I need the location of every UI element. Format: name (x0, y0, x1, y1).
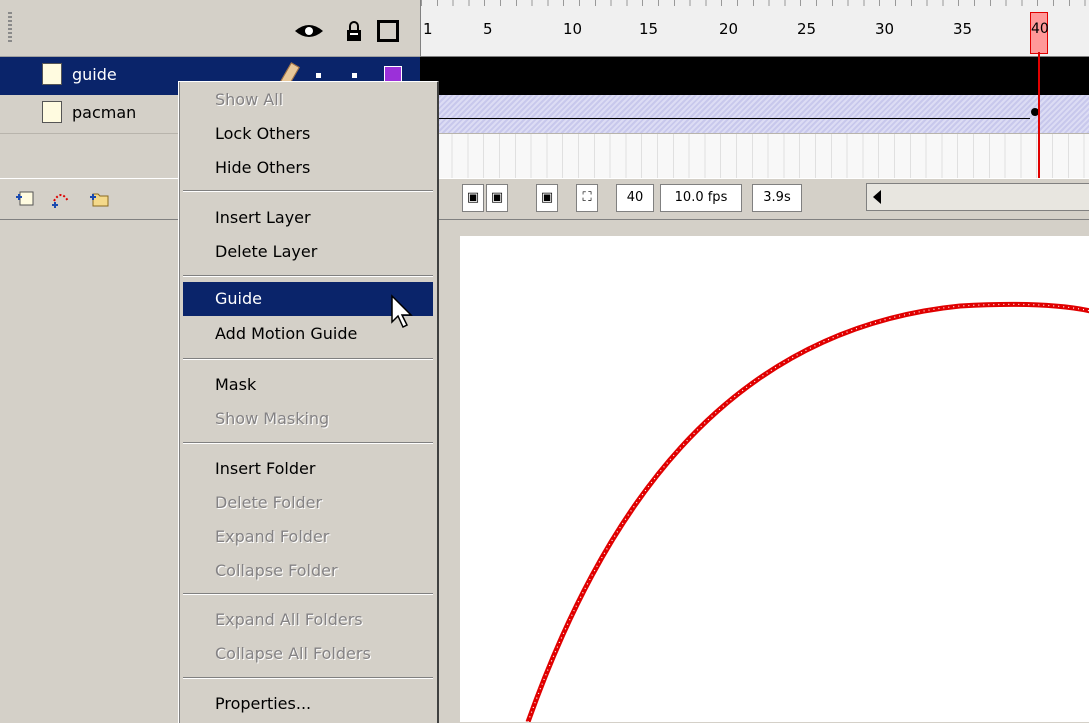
menu-separator (183, 190, 433, 192)
layer-page-icon (42, 101, 62, 123)
lock-icon[interactable] (346, 20, 362, 42)
ruler-label: 30 (875, 20, 895, 38)
menu-item-collapse-folder[interactable]: Collapse Folder (183, 554, 433, 588)
panel-grip-handle[interactable] (8, 12, 12, 44)
frames-row-pacman[interactable] (420, 95, 1089, 134)
elapsed-time-readout: 3.9s (752, 184, 802, 212)
menu-item-expand-folder[interactable]: Expand Folder (183, 520, 433, 554)
insert-layer-icon[interactable] (14, 187, 36, 209)
menu-item-insert-layer[interactable]: Insert Layer (183, 201, 433, 235)
menu-item-delete-layer[interactable]: Delete Layer (183, 235, 433, 269)
stage-canvas[interactable] (460, 236, 1089, 722)
menu-item-show-all[interactable]: Show All (183, 83, 433, 117)
ruler-label: 10 (563, 20, 583, 38)
ruler-label: 35 (953, 20, 973, 38)
add-motion-guide-icon[interactable] (50, 187, 72, 209)
playhead-label: 40 (1031, 21, 1049, 37)
menu-item-mask[interactable]: Mask (183, 368, 433, 402)
layer-name: guide (72, 65, 117, 84)
menu-item-expand-all-folders[interactable]: Expand All Folders (183, 603, 433, 637)
timeline-horizontal-scrollbar[interactable] (866, 183, 1089, 211)
scroll-left-arrow-icon[interactable] (871, 190, 883, 204)
motion-tween-arrow (430, 118, 1030, 119)
frames-row-guide[interactable] (420, 57, 1089, 95)
menu-separator (183, 442, 433, 444)
outline-toggle-icon[interactable] (377, 20, 399, 42)
mouse-cursor-icon (391, 294, 413, 329)
menu-item-delete-folder[interactable]: Delete Folder (183, 486, 433, 520)
layer-name: pacman (72, 103, 137, 122)
playhead-line (1038, 52, 1040, 178)
menu-item-hide-others[interactable]: Hide Others (183, 151, 433, 185)
playhead[interactable]: 40 (1030, 12, 1049, 54)
insert-folder-icon[interactable] (88, 187, 110, 209)
visibility-dot[interactable] (316, 73, 321, 78)
menu-separator (183, 358, 433, 360)
menu-item-properties[interactable]: Properties... (183, 687, 433, 721)
menu-item-lock-others[interactable]: Lock Others (183, 117, 433, 151)
lock-dot[interactable] (352, 73, 357, 78)
menu-item-collapse-all-folders[interactable]: Collapse All Folders (183, 637, 433, 671)
onion-skin-outlines-icon[interactable]: ▣ (536, 184, 558, 212)
ruler-label: 20 (719, 20, 739, 38)
menu-item-show-masking[interactable]: Show Masking (183, 402, 433, 436)
layer-panel-header (0, 0, 420, 57)
current-frame-readout: 40 (616, 184, 654, 212)
menu-separator (183, 677, 433, 679)
edit-multiple-frames-icon[interactable]: ⛶ (576, 184, 598, 212)
menu-item-insert-folder[interactable]: Insert Folder (183, 452, 433, 486)
frame-ruler[interactable]: 1 5 10 15 20 25 30 35 (420, 0, 1089, 57)
eye-icon[interactable] (294, 22, 324, 40)
layer-page-icon (42, 63, 62, 85)
layer-context-menu: Show All Lock Others Hide Others Insert … (178, 81, 439, 723)
menu-separator (183, 275, 433, 277)
ruler-label: 5 (483, 20, 493, 38)
menu-separator (183, 593, 433, 595)
frames-empty-area (420, 134, 1089, 178)
center-frame-icon[interactable]: ▣ (462, 184, 484, 212)
ruler-label: 15 (639, 20, 659, 38)
onion-skin-icon[interactable]: ▣ (486, 184, 508, 212)
frame-rate-readout[interactable]: 10.0 fps (660, 184, 742, 212)
ruler-label: 1 (423, 20, 433, 38)
ruler-label: 25 (797, 20, 817, 38)
